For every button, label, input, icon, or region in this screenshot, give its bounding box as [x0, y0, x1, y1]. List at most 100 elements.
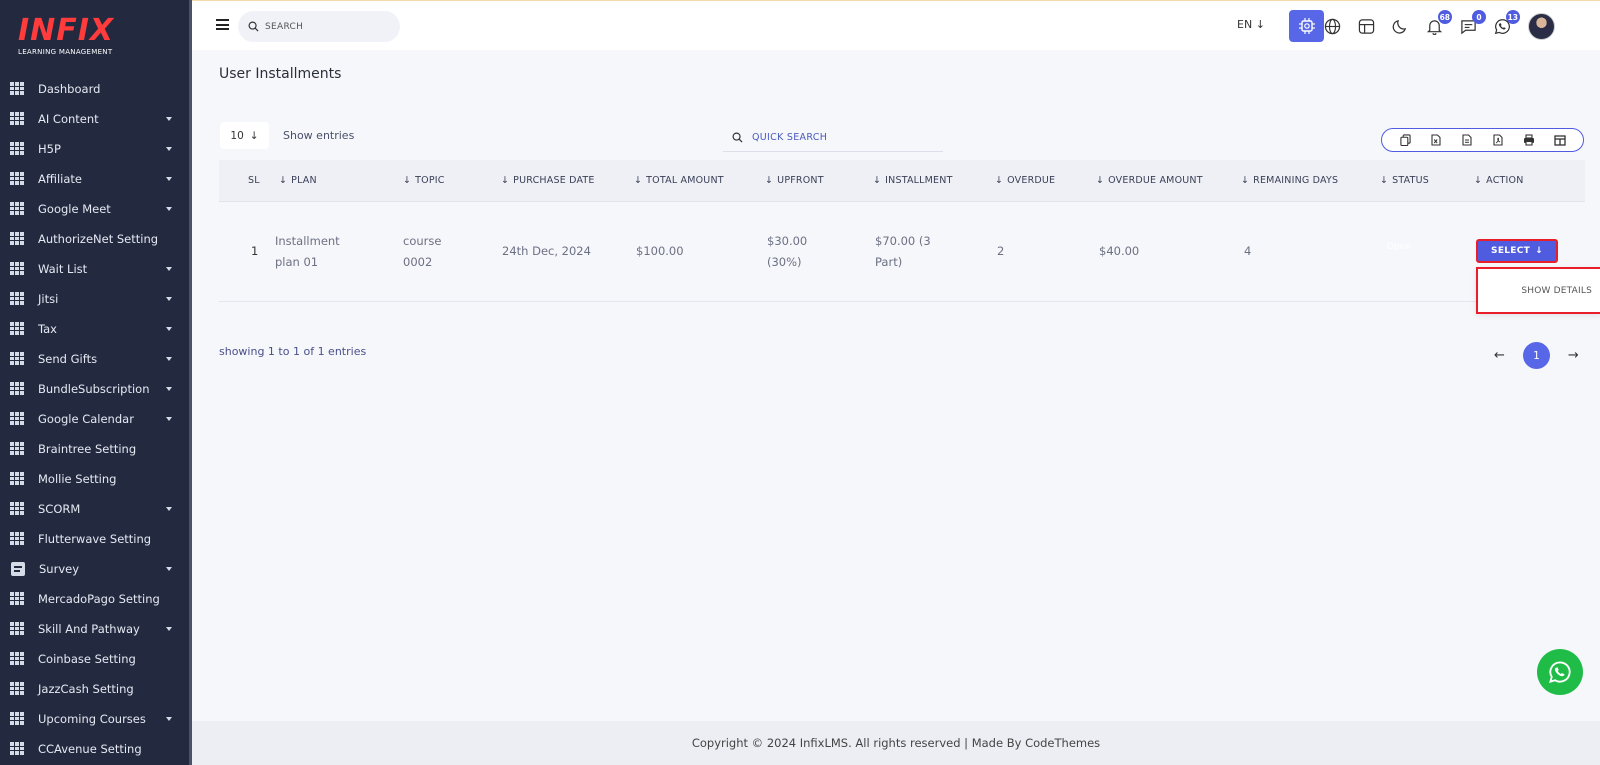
export-buttons — [1381, 128, 1584, 152]
grid-icon — [10, 472, 26, 486]
sidebar-item-jazzcash-setting[interactable]: JazzCash Setting — [0, 674, 189, 704]
column-header-purchase-date[interactable]: ↓ PURCHASE DATE — [501, 175, 595, 186]
whatsapp-header-button[interactable]: 13 — [1488, 10, 1520, 41]
sidebar-item-h5p[interactable]: H5P — [0, 134, 189, 164]
grid-icon — [10, 502, 26, 516]
header-search[interactable] — [238, 11, 400, 42]
footer: Copyright © 2024 InfixLMS. All rights re… — [192, 721, 1600, 765]
sidebar-item-upcoming-courses[interactable]: Upcoming Courses — [0, 704, 189, 734]
sidebar-item-bundlesubscription[interactable]: BundleSubscription — [0, 374, 189, 404]
sidebar-item-label: AuthorizeNet Setting — [38, 232, 159, 246]
next-page-icon[interactable]: → — [1568, 348, 1579, 363]
copyright-text: Copyright © 2024 InfixLMS. All rights re… — [691, 736, 1101, 750]
sidebar-item-google-meet[interactable]: Google Meet — [0, 194, 189, 224]
action-select-button[interactable]: SELECT ↓ — [1476, 239, 1558, 263]
sidebar-item-label: H5P — [38, 142, 61, 156]
document-icon — [11, 562, 25, 576]
sidebar-item-authorizenet-setting[interactable]: AuthorizeNet Setting — [0, 224, 189, 254]
column-header-plan[interactable]: ↓ PLAN — [279, 175, 317, 186]
column-header-total-amount[interactable]: ↓ TOTAL AMOUNT — [634, 175, 724, 186]
copy-button[interactable] — [1394, 130, 1416, 150]
sidebar-item-mercadopago-setting[interactable]: MercadoPago Setting — [0, 584, 189, 614]
sidebar-item-label: Wait List — [38, 262, 88, 276]
caret-down-icon — [166, 327, 172, 331]
sidebar-item-affiliate[interactable]: Affiliate — [0, 164, 189, 194]
sort-arrow-icon: ↓ — [279, 175, 288, 186]
column-header-sl[interactable]: SL — [248, 175, 260, 186]
moon-icon — [1392, 19, 1406, 34]
column-header-remaining-days[interactable]: ↓ REMAINING DAYS — [1241, 175, 1338, 186]
sort-arrow-icon: ↓ — [1096, 175, 1105, 186]
sidebar-item-google-calendar[interactable]: Google Calendar — [0, 404, 189, 434]
column-header-overdue-amount[interactable]: ↓ OVERDUE AMOUNT — [1096, 175, 1203, 186]
columns-button[interactable] — [1549, 130, 1571, 150]
sidebar-item-label: Google Meet — [38, 202, 111, 216]
caret-down-icon — [166, 177, 172, 181]
show-details-option[interactable]: SHOW DETAILS — [1521, 286, 1592, 296]
sidebar-item-ccavenue-setting[interactable]: CCAvenue Setting — [0, 734, 189, 764]
layout-button[interactable] — [1352, 11, 1380, 41]
notifications-button[interactable]: 68 — [1420, 10, 1452, 41]
sidebar-item-ai-content[interactable]: AI Content — [0, 104, 189, 134]
search-input[interactable] — [265, 21, 385, 32]
sidebar-item-coinbase-setting[interactable]: Coinbase Setting — [0, 644, 189, 674]
action-dropdown: SHOW DETAILS — [1476, 267, 1600, 314]
language-selector[interactable]: EN ↓ — [1237, 18, 1265, 31]
sidebar-item-label: Upcoming Courses — [38, 712, 146, 726]
cell-sl: 1 — [251, 244, 259, 258]
dark-mode-button[interactable] — [1386, 11, 1414, 41]
sidebar-item-wait-list[interactable]: Wait List — [0, 254, 189, 284]
caret-down-icon — [166, 297, 172, 301]
csv-button[interactable] — [1456, 130, 1478, 150]
whatsapp-icon — [1549, 661, 1571, 683]
sidebar-item-send-gifts[interactable]: Send Gifts — [0, 344, 189, 374]
sidebar-item-label: Coinbase Setting — [38, 652, 136, 666]
brand-logo[interactable]: INFIX LEARNING MANAGEMENT — [18, 16, 114, 57]
user-avatar[interactable] — [1528, 13, 1555, 40]
search-icon — [732, 132, 743, 143]
sidebar-item-label: Dashboard — [38, 82, 101, 96]
column-header-topic[interactable]: ↓ TOPIC — [403, 175, 445, 186]
layout-icon — [1358, 18, 1374, 34]
sort-arrow-icon: ↓ — [501, 175, 510, 186]
sidebar-item-survey[interactable]: Survey — [0, 554, 189, 584]
caret-down-icon — [166, 267, 172, 271]
sidebar-item-tax[interactable]: Tax — [0, 314, 189, 344]
logo-tagline: LEARNING MANAGEMENT — [18, 48, 113, 56]
column-header-installment[interactable]: ↓ INSTALLMENT — [873, 175, 953, 186]
grid-icon — [10, 622, 26, 636]
page-number-button[interactable]: 1 — [1522, 342, 1550, 369]
pdf-button[interactable] — [1487, 130, 1509, 150]
column-header-status[interactable]: ↓ STATUS — [1380, 175, 1429, 186]
sidebar-item-mollie-setting[interactable]: Mollie Setting — [0, 464, 189, 494]
sidebar-item-jitsi[interactable]: Jitsi — [0, 284, 189, 314]
quick-search-input[interactable] — [752, 132, 932, 143]
sidebar-menu: Dashboard AI Content H5P Affiliate Google Me… — [0, 74, 189, 764]
sidebar-item-flutterwave-setting[interactable]: Flutterwave Setting — [0, 524, 189, 554]
quick-search[interactable] — [723, 124, 943, 152]
messages-badge: 0 — [1472, 10, 1486, 24]
excel-file-icon — [1431, 134, 1441, 146]
sort-arrow-icon: ↓ — [403, 175, 412, 186]
sidebar-item-dashboard[interactable]: Dashboard — [0, 74, 189, 104]
cell-overdue: 2 — [997, 244, 1005, 258]
column-header-action[interactable]: ↓ ACTION — [1474, 175, 1524, 186]
entries-control: 10 ↓ Show entries — [220, 122, 354, 149]
excel-button[interactable] — [1425, 130, 1447, 150]
sidebar-item-scorm[interactable]: SCORM — [0, 494, 189, 524]
caret-down-icon — [166, 147, 172, 151]
entries-value: 10 — [230, 129, 244, 142]
previous-page-icon[interactable]: ← — [1494, 348, 1505, 363]
entries-select[interactable]: 10 ↓ — [220, 122, 269, 149]
print-button[interactable] — [1518, 130, 1540, 150]
messages-button[interactable]: 0 — [1454, 10, 1486, 41]
column-header-overdue[interactable]: ↓ OVERDUE — [995, 175, 1055, 186]
sidebar-item-braintree-setting[interactable]: Braintree Setting — [0, 434, 189, 464]
column-header-upfront[interactable]: ↓ UPFRONT — [765, 175, 824, 186]
sidebar-item-label: MercadoPago Setting — [38, 592, 160, 606]
globe-button[interactable] — [1318, 11, 1346, 41]
menu-toggle-icon[interactable] — [216, 19, 229, 30]
sidebar-item-label: CCAvenue Setting — [38, 742, 142, 756]
whatsapp-float-button[interactable] — [1537, 649, 1583, 695]
sidebar-item-skill-and-pathway[interactable]: Skill And Pathway — [0, 614, 189, 644]
